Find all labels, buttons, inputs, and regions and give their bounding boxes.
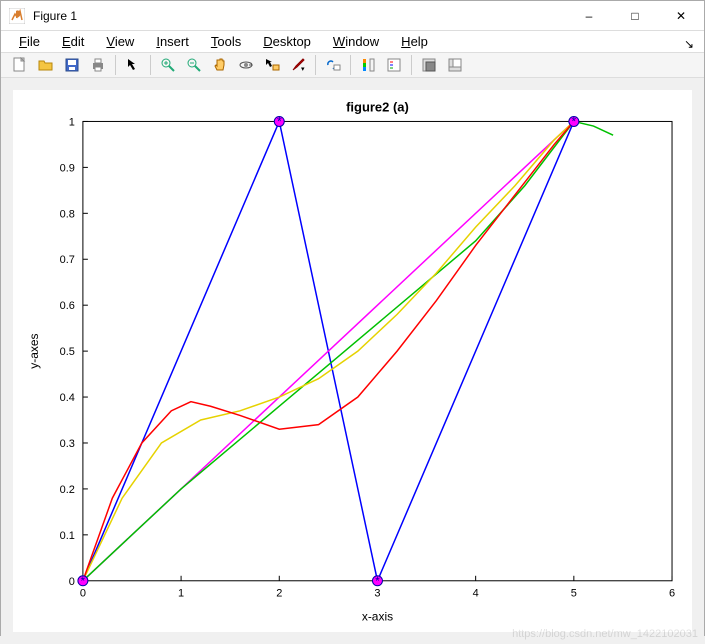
- svg-text:0.1: 0.1: [60, 530, 75, 542]
- arrow-icon: [125, 57, 141, 73]
- zoom-in-button[interactable]: [155, 53, 181, 77]
- axes[interactable]: 0 1 2 3 4 5 6 0 0.1 0.2 0.3 0.4 0.5 0.6 0.7 0.8 0.9 1 * * * *…: [13, 90, 692, 632]
- svg-text:0.6: 0.6: [60, 300, 75, 312]
- menu-desktop[interactable]: Desktop: [253, 31, 321, 52]
- new-figure-button[interactable]: [7, 53, 33, 77]
- zoom-out-button[interactable]: [181, 53, 207, 77]
- menu-view[interactable]: View: [96, 31, 144, 52]
- zoom-in-icon: [160, 57, 176, 73]
- brush-button[interactable]: ▾: [285, 53, 311, 77]
- svg-text:x-axis: x-axis: [362, 610, 393, 624]
- menu-help[interactable]: Help: [391, 31, 438, 52]
- svg-text:3: 3: [374, 588, 380, 600]
- open-button[interactable]: [33, 53, 59, 77]
- print-icon: [90, 57, 106, 73]
- minimize-button[interactable]: –: [566, 1, 612, 31]
- separator: [150, 55, 151, 75]
- save-icon: [64, 57, 80, 73]
- data-cursor-button[interactable]: [259, 53, 285, 77]
- svg-text:0: 0: [80, 588, 86, 600]
- svg-text:4: 4: [473, 588, 479, 600]
- menubar: File Edit View Insert Tools Desktop Wind…: [1, 31, 704, 52]
- svg-text:0.9: 0.9: [60, 162, 75, 174]
- svg-text:0: 0: [69, 576, 75, 588]
- maximize-button[interactable]: □: [612, 1, 658, 31]
- svg-text:0.2: 0.2: [60, 484, 75, 496]
- window-controls: – □ ✕: [566, 1, 704, 31]
- edit-plot-button[interactable]: [120, 53, 146, 77]
- svg-text:5: 5: [571, 588, 577, 600]
- show-icon: [447, 57, 463, 73]
- link-data-button[interactable]: [320, 53, 346, 77]
- legend-icon: [386, 57, 402, 73]
- svg-text:0.4: 0.4: [60, 392, 75, 404]
- menu-tools[interactable]: Tools: [201, 31, 251, 52]
- svg-text:0.3: 0.3: [60, 438, 75, 450]
- link-icon: [325, 57, 341, 73]
- insert-legend-button[interactable]: [381, 53, 407, 77]
- svg-text:*: *: [572, 114, 577, 128]
- svg-text:figure2 (a): figure2 (a): [346, 99, 409, 114]
- folder-open-icon: [38, 57, 54, 73]
- hide-icon: [421, 57, 437, 73]
- rotate3d-button[interactable]: [233, 53, 259, 77]
- menu-insert[interactable]: Insert: [146, 31, 199, 52]
- svg-text:1: 1: [69, 116, 75, 128]
- save-button[interactable]: [59, 53, 85, 77]
- titlebar: Figure 1 – □ ✕: [1, 1, 704, 31]
- separator: [315, 55, 316, 75]
- figure-area: 0 1 2 3 4 5 6 0 0.1 0.2 0.3 0.4 0.5 0.6 0.7 0.8 0.9 1 * * * *…: [1, 78, 704, 644]
- show-plot-tools-button[interactable]: [442, 53, 468, 77]
- rotate-icon: [238, 57, 254, 73]
- close-button[interactable]: ✕: [658, 1, 704, 31]
- separator: [115, 55, 116, 75]
- zoom-out-icon: [186, 57, 202, 73]
- separator: [411, 55, 412, 75]
- menu-file[interactable]: File: [9, 31, 50, 52]
- svg-text:6: 6: [669, 588, 675, 600]
- svg-text:0.5: 0.5: [60, 346, 75, 358]
- svg-text:*: *: [375, 574, 380, 588]
- svg-text:▾: ▾: [301, 66, 305, 73]
- svg-text:*: *: [81, 574, 86, 588]
- pan-button[interactable]: [207, 53, 233, 77]
- dock-arrow-icon[interactable]: ↘: [684, 37, 694, 51]
- brush-icon: ▾: [290, 57, 306, 73]
- svg-text:0.8: 0.8: [60, 208, 75, 220]
- hand-icon: [212, 57, 228, 73]
- svg-text:*: *: [277, 114, 282, 128]
- toolbar: ▾: [1, 52, 704, 78]
- figure-window: Figure 1 – □ ✕ File Edit View Insert Too…: [0, 0, 705, 636]
- hide-plot-tools-button[interactable]: [416, 53, 442, 77]
- svg-text:y-axes: y-axes: [27, 333, 41, 368]
- window-title: Figure 1: [33, 9, 566, 23]
- chart-svg: 0 1 2 3 4 5 6 0 0.1 0.2 0.3 0.4 0.5 0.6 0.7 0.8 0.9 1 * * * *…: [13, 90, 692, 632]
- svg-text:2: 2: [276, 588, 282, 600]
- cursor-data-icon: [264, 57, 280, 73]
- svg-text:0.7: 0.7: [60, 254, 75, 266]
- new-file-icon: [12, 57, 28, 73]
- insert-colorbar-button[interactable]: [355, 53, 381, 77]
- separator: [350, 55, 351, 75]
- menu-window[interactable]: Window: [323, 31, 389, 52]
- svg-text:1: 1: [178, 588, 184, 600]
- print-button[interactable]: [85, 53, 111, 77]
- colorbar-icon: [360, 57, 376, 73]
- matlab-icon: [9, 8, 25, 24]
- menu-edit[interactable]: Edit: [52, 31, 94, 52]
